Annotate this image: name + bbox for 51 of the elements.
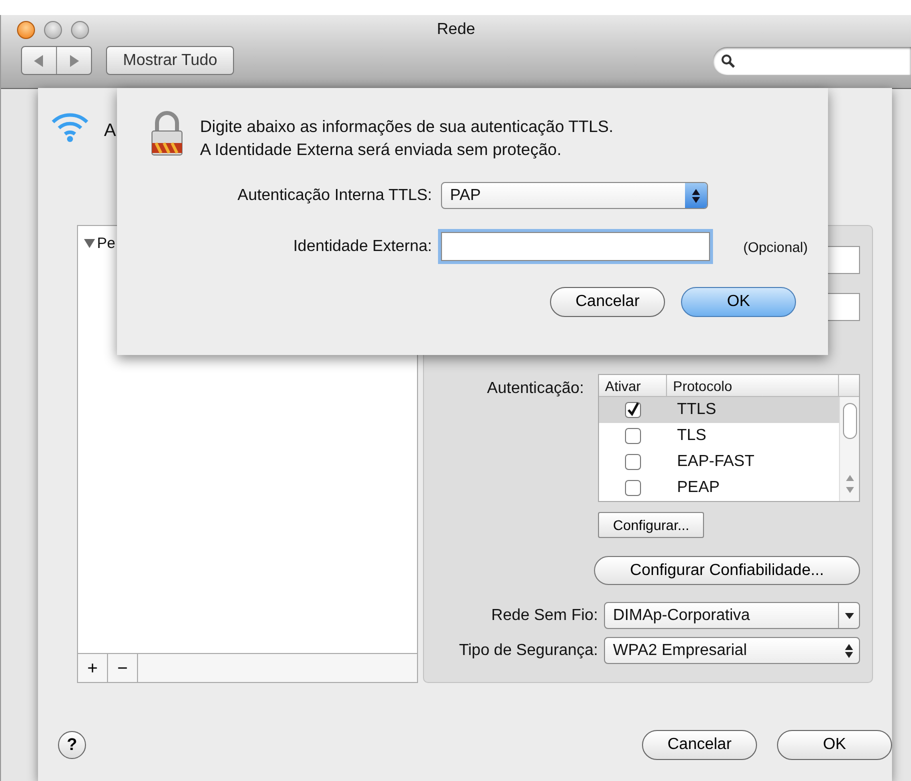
dialog-button[interactable]: OK — [681, 287, 796, 317]
search-field[interactable] — [713, 46, 911, 74]
protocol-cell[interactable]: PEAP — [667, 475, 839, 501]
close-button[interactable] — [17, 21, 35, 39]
checkbox[interactable] — [625, 480, 641, 496]
stepper-arrows-icon — [845, 644, 853, 658]
checkbox[interactable] — [625, 402, 641, 418]
dialog-button[interactable]: Cancelar — [550, 287, 665, 317]
group-label[interactable]: Pe — [97, 234, 116, 252]
window-title: Rede — [436, 21, 476, 39]
sheet-button[interactable]: Cancelar — [642, 730, 757, 760]
service-name: A — [104, 120, 116, 141]
scrollbar[interactable] — [839, 397, 859, 501]
wifi-icon — [50, 110, 90, 144]
forward-icon — [69, 54, 79, 66]
scroll-thumb[interactable] — [843, 403, 857, 439]
disclosure-triangle-icon[interactable] — [84, 238, 95, 248]
trust-button[interactable]: Configurar Confiabilidade... — [594, 556, 860, 585]
search-icon — [721, 54, 735, 68]
list-button[interactable]: + — [78, 654, 108, 682]
optional-hint: (Opcional) — [742, 238, 809, 254]
inner-auth-popup[interactable]: PAP — [441, 182, 708, 209]
show-all-button[interactable]: Mostrar Tudo — [106, 46, 234, 75]
checkbox[interactable] — [625, 428, 641, 444]
zoom-button[interactable] — [71, 21, 89, 39]
network-combo[interactable]: DIMAp-Corporativa — [604, 602, 860, 629]
column-header[interactable]: Protocolo — [667, 375, 839, 397]
protocol-cell[interactable]: TTLS — [667, 397, 839, 423]
security-popup[interactable]: WPA2 Empresarial — [604, 637, 860, 664]
help-button[interactable]: ? — [58, 731, 86, 759]
sheet-button[interactable]: OK — [777, 730, 892, 760]
identity-label: Identidade Externa: — [292, 238, 432, 256]
lock-icon — [150, 110, 184, 156]
checkbox[interactable] — [625, 454, 641, 470]
authentication-label: Autenticação: — [487, 379, 584, 399]
back-forward-control[interactable] — [21, 46, 92, 75]
configure-button[interactable]: Configurar... — [598, 512, 704, 538]
protocol-cell[interactable]: TLS — [667, 423, 839, 449]
dialog-message: Digite abaixo as informações de sua autenticação TTLS. A Identidade Externa será enviada sem proteção. — [200, 117, 614, 161]
inner-auth-label: Autenticação Interna TTLS: — [236, 186, 432, 204]
protocol-cell[interactable]: EAP-FAST — [667, 449, 839, 475]
stepper-arrows-icon — [692, 188, 700, 202]
caret-icon — [844, 612, 854, 618]
back-icon — [34, 54, 44, 66]
column-header[interactable]: Ativar — [599, 375, 667, 397]
network-label: Rede Sem Fio: — [491, 606, 598, 624]
identity-field[interactable] — [441, 232, 710, 261]
minimize-button[interactable] — [44, 21, 62, 39]
list-button[interactable]: − — [108, 654, 138, 682]
security-label: Tipo de Segurança: — [458, 642, 598, 660]
header-filler — [839, 375, 859, 397]
